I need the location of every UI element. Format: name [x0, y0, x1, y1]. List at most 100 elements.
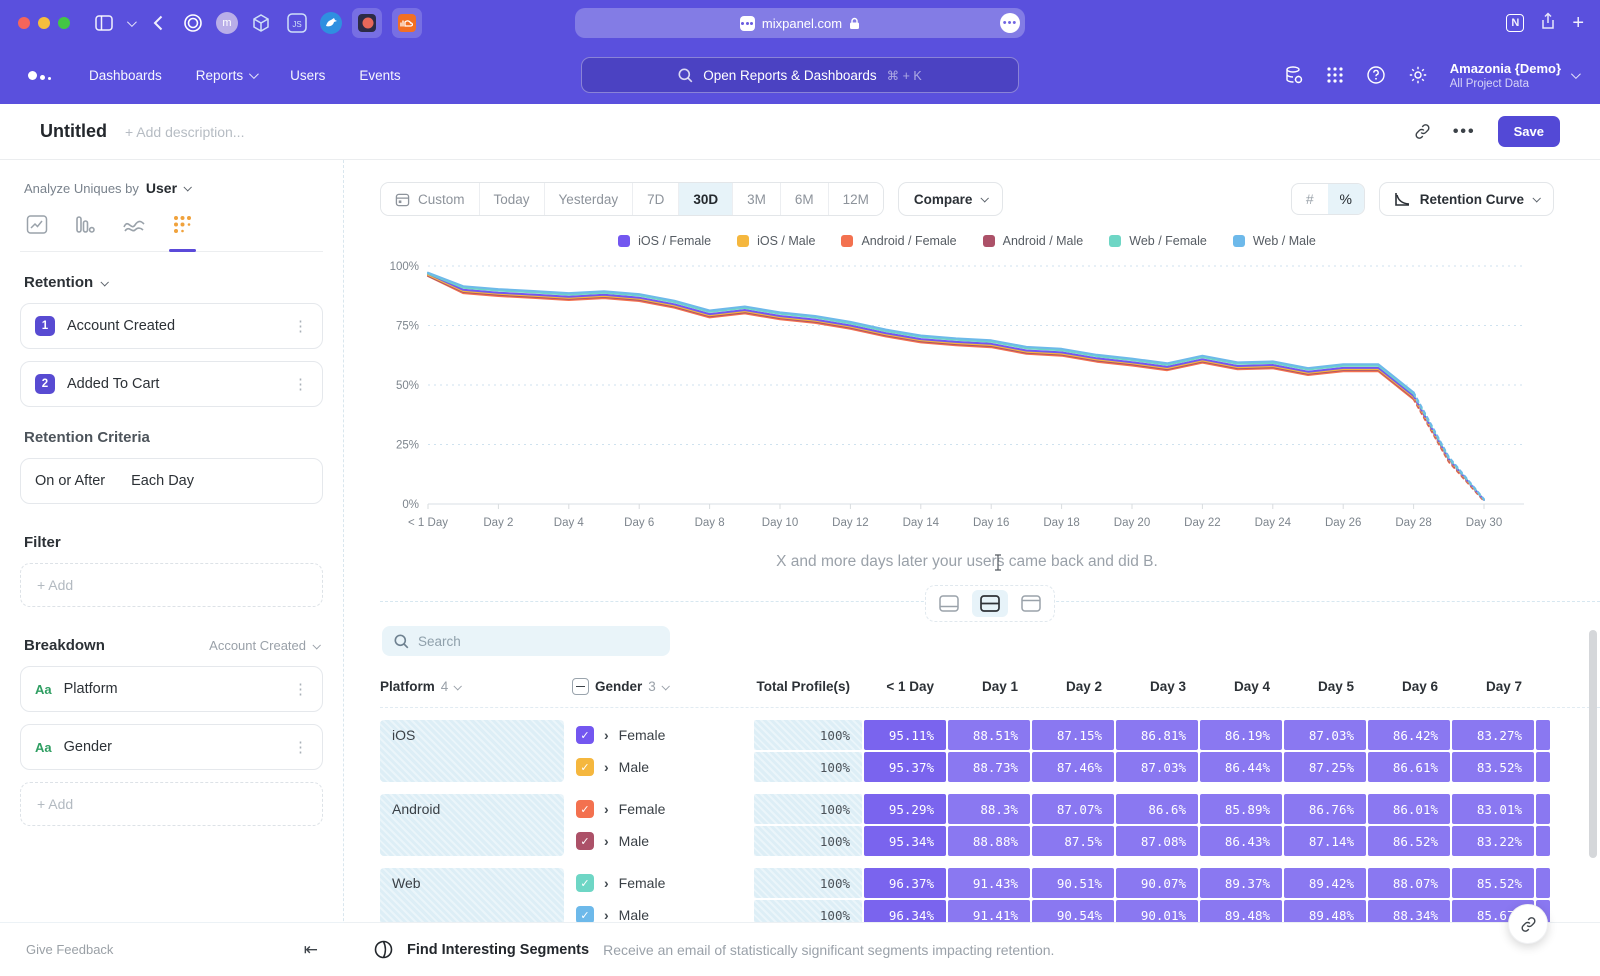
gender-column-header[interactable]: Gender 3: [572, 678, 752, 695]
report-title[interactable]: Untitled: [40, 121, 107, 142]
platform-name-cell[interactable]: iOS: [380, 720, 564, 782]
share-link-floating-button[interactable]: [1508, 904, 1548, 944]
retention-value-cell[interactable]: 88.3%: [948, 794, 1030, 824]
tab-retention[interactable]: [172, 214, 193, 251]
nav-item-dashboards[interactable]: Dashboards: [89, 68, 162, 83]
table-search-input[interactable]: Search: [382, 626, 670, 656]
retention-value-cell[interactable]: 88.88%: [948, 826, 1030, 856]
mixpanel-logo-icon[interactable]: [28, 71, 51, 80]
retention-value-cell[interactable]: 95.37%: [864, 752, 946, 782]
retention-step-2[interactable]: 2 Added To Cart ⋮: [20, 361, 323, 407]
kebab-menu-icon[interactable]: ⋮: [293, 680, 308, 698]
tab-funnels[interactable]: [74, 214, 96, 251]
retention-value-cell[interactable]: 88.07%: [1368, 868, 1450, 898]
retention-section-label[interactable]: Retention: [24, 274, 93, 291]
retention-value-cell[interactable]: 86.76%: [1284, 794, 1366, 824]
close-window-button[interactable]: [18, 17, 30, 29]
expand-row-icon[interactable]: ›: [604, 801, 609, 817]
save-button[interactable]: Save: [1498, 116, 1560, 147]
day-column-header[interactable]: Day 7: [1452, 679, 1534, 694]
global-search-input[interactable]: Open Reports & Dashboards ⌘ + K: [581, 57, 1019, 93]
retention-value-cell[interactable]: 89.42%: [1284, 868, 1366, 898]
collapse-sidebar-icon[interactable]: ⇤: [304, 940, 318, 960]
day-column-header[interactable]: Day 2: [1032, 679, 1114, 694]
layout-table-only-button[interactable]: [1013, 590, 1049, 617]
criteria-operator[interactable]: On or After: [35, 473, 105, 489]
breakdown-gender[interactable]: Aa Gender ⋮: [20, 724, 323, 770]
kebab-menu-icon[interactable]: ⋮: [293, 738, 308, 756]
retention-step-1[interactable]: 1 Account Created ⋮: [20, 303, 323, 349]
day-column-header[interactable]: Day 3: [1116, 679, 1198, 694]
range-button-30d[interactable]: 30D: [679, 183, 733, 215]
vertical-scrollbar[interactable]: [1589, 630, 1597, 858]
retention-value-cell[interactable]: 86.01%: [1368, 794, 1450, 824]
retention-value-cell[interactable]: 87.08%: [1116, 826, 1198, 856]
avatar-m-extension-icon[interactable]: m: [216, 12, 238, 34]
retention-value-cell[interactable]: 86.6%: [1116, 794, 1198, 824]
address-more-icon[interactable]: •••: [1000, 13, 1020, 33]
segments-title[interactable]: Find Interesting Segments: [407, 942, 589, 958]
js-extension-icon[interactable]: JS: [284, 10, 310, 36]
address-bar[interactable]: mixpanel.com •••: [575, 8, 1025, 38]
nav-item-events[interactable]: Events: [359, 68, 400, 83]
legend-item[interactable]: Web / Female: [1109, 234, 1207, 248]
series-checkbox[interactable]: ✓: [576, 874, 594, 892]
range-button-7d[interactable]: 7D: [633, 183, 679, 215]
tab-insights[interactable]: [26, 214, 48, 251]
retention-criteria-card[interactable]: On or After Each Day: [20, 458, 323, 504]
range-button-3m[interactable]: 3M: [733, 183, 781, 215]
layout-split-button[interactable]: [972, 590, 1008, 617]
analyze-entity-dropdown[interactable]: User: [146, 180, 177, 196]
help-icon[interactable]: [1366, 65, 1386, 85]
nav-item-users[interactable]: Users: [290, 68, 325, 83]
give-feedback-link[interactable]: Give Feedback: [26, 942, 113, 957]
day-column-header[interactable]: < 1 Day: [864, 679, 946, 694]
expand-row-icon[interactable]: ›: [604, 759, 609, 775]
range-button-custom[interactable]: Custom: [381, 183, 480, 215]
data-management-icon[interactable]: [1284, 65, 1304, 85]
chevron-down-icon[interactable]: [127, 20, 134, 27]
percent-toggle-button[interactable]: %: [1328, 184, 1364, 214]
retention-value-cell[interactable]: 96.37%: [864, 868, 946, 898]
layout-chart-only-button[interactable]: [931, 590, 967, 617]
chart-type-dropdown[interactable]: Retention Curve: [1379, 182, 1554, 216]
add-breakdown-button[interactable]: + Add: [20, 782, 323, 826]
criteria-interval[interactable]: Each Day: [131, 473, 194, 489]
breakdown-applies-to-dropdown[interactable]: Account Created: [209, 638, 319, 653]
legend-item[interactable]: iOS / Male: [737, 234, 815, 248]
series-checkbox[interactable]: ✓: [576, 726, 594, 744]
counts-toggle-button[interactable]: #: [1292, 184, 1328, 214]
tab-flows[interactable]: [122, 214, 146, 251]
bird-extension-icon[interactable]: [320, 12, 342, 34]
maximize-window-button[interactable]: [58, 17, 70, 29]
range-button-12m[interactable]: 12M: [829, 183, 883, 215]
day-column-header[interactable]: Day 1: [948, 679, 1030, 694]
new-tab-icon[interactable]: +: [1572, 12, 1584, 35]
series-checkbox[interactable]: ✓: [576, 800, 594, 818]
total-profiles-header[interactable]: Total Profile(s): [754, 679, 862, 694]
select-all-checkbox[interactable]: [572, 678, 589, 695]
day-column-header[interactable]: Day 4: [1200, 679, 1282, 694]
platform-name-cell[interactable]: Web: [380, 868, 564, 925]
retention-value-cell[interactable]: 91.43%: [948, 868, 1030, 898]
day-column-header[interactable]: Day 5: [1284, 679, 1366, 694]
retention-value-cell[interactable]: 87.15%: [1032, 720, 1114, 750]
retention-value-cell[interactable]: 86.52%: [1368, 826, 1450, 856]
add-filter-button[interactable]: + Add: [20, 563, 323, 607]
breakdown-platform[interactable]: Aa Platform ⋮: [20, 666, 323, 712]
legend-item[interactable]: Android / Male: [983, 234, 1084, 248]
retention-value-cell[interactable]: 87.46%: [1032, 752, 1114, 782]
range-button-today[interactable]: Today: [480, 183, 545, 215]
retention-value-cell[interactable]: 83.01%: [1452, 794, 1534, 824]
range-button-6m[interactable]: 6M: [781, 183, 829, 215]
retention-value-cell[interactable]: 87.14%: [1284, 826, 1366, 856]
retention-value-cell[interactable]: 87.25%: [1284, 752, 1366, 782]
retention-value-cell[interactable]: 88.51%: [948, 720, 1030, 750]
legend-item[interactable]: iOS / Female: [618, 234, 711, 248]
retention-value-cell[interactable]: 86.44%: [1200, 752, 1282, 782]
retention-value-cell[interactable]: 86.42%: [1368, 720, 1450, 750]
browser-sidebar-icon[interactable]: [95, 15, 113, 31]
expand-row-icon[interactable]: ›: [604, 875, 609, 891]
retention-value-cell[interactable]: 83.52%: [1452, 752, 1534, 782]
compare-button[interactable]: Compare: [898, 182, 1004, 216]
